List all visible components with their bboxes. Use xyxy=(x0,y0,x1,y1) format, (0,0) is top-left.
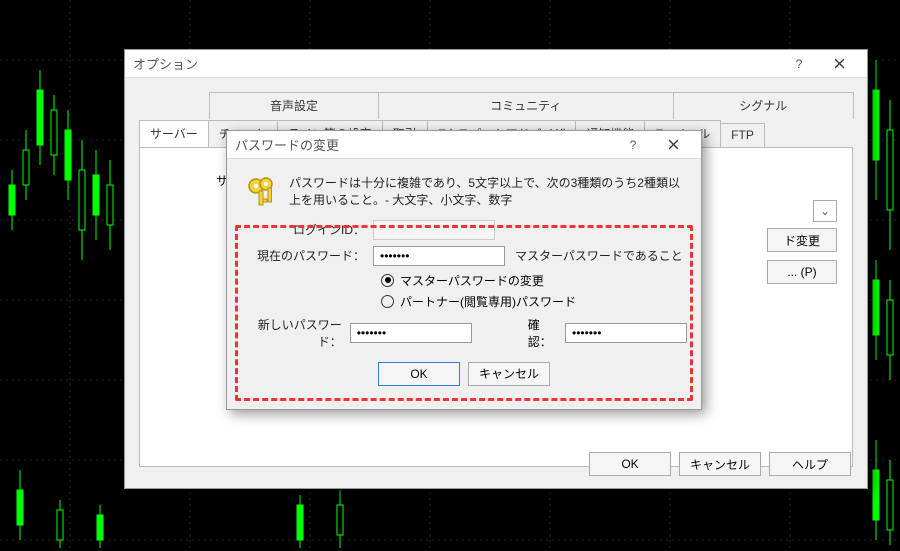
options-titlebar[interactable]: オプション ? xyxy=(125,50,867,78)
tab-signal[interactable]: シグナル xyxy=(673,92,854,119)
current-pw-label: 現在のパスワード： xyxy=(241,247,373,264)
current-pw-field[interactable] xyxy=(373,246,505,266)
confirm-pw-label: 確認： xyxy=(528,316,557,350)
close-icon[interactable] xyxy=(819,51,859,77)
tab-server[interactable]: サーバー xyxy=(139,120,209,148)
radio-master[interactable]: マスターパスワードの変更 xyxy=(381,272,687,289)
pw-title: パスワードの変更 xyxy=(235,135,613,154)
help-icon[interactable]: ? xyxy=(613,132,653,158)
radio-partner[interactable]: パートナー(閲覧専用)パスワード xyxy=(381,293,687,310)
tab-audio[interactable]: 音声設定 xyxy=(209,92,379,119)
new-pw-label: 新しいパスワード： xyxy=(241,316,350,350)
proxy-button[interactable]: ... (P) xyxy=(767,260,837,284)
password-change-dialog: パスワードの変更 ? パスワードは十分に複雑であり、5文字以上で、次の3種類のう… xyxy=(226,130,702,410)
options-cancel-button[interactable]: キャンセル xyxy=(679,452,761,476)
password-change-button[interactable]: ド変更 xyxy=(767,228,837,252)
pw-info-text: パスワードは十分に複雑であり、5文字以上で、次の3種類のうち2種類以上を用いるこ… xyxy=(289,175,683,210)
radio-master-icon xyxy=(381,274,394,287)
login-id-label: ログインID： xyxy=(241,221,373,238)
keys-icon xyxy=(245,175,279,209)
new-pw-field[interactable] xyxy=(350,323,472,343)
options-title: オプション xyxy=(133,54,779,73)
radio-master-label: マスターパスワードの変更 xyxy=(400,272,544,289)
login-id-field[interactable] xyxy=(373,220,495,240)
confirm-pw-field[interactable] xyxy=(565,323,687,343)
options-help-button[interactable]: ヘルプ xyxy=(769,452,851,476)
pw-ok-button[interactable]: OK xyxy=(378,362,460,386)
help-icon[interactable]: ? xyxy=(779,51,819,77)
close-icon[interactable] xyxy=(653,132,693,158)
server-combo-dropdown[interactable] xyxy=(813,200,837,222)
tab-community[interactable]: コミュニティ xyxy=(378,92,673,119)
tab-ftp[interactable]: FTP xyxy=(720,123,765,147)
radio-partner-icon xyxy=(381,295,394,308)
options-ok-button[interactable]: OK xyxy=(589,452,671,476)
pw-cancel-button[interactable]: キャンセル xyxy=(468,362,550,386)
radio-partner-label: パートナー(閲覧専用)パスワード xyxy=(400,293,576,310)
pw-titlebar[interactable]: パスワードの変更 ? xyxy=(227,131,701,159)
master-hint: マスターパスワードであること xyxy=(515,247,683,264)
